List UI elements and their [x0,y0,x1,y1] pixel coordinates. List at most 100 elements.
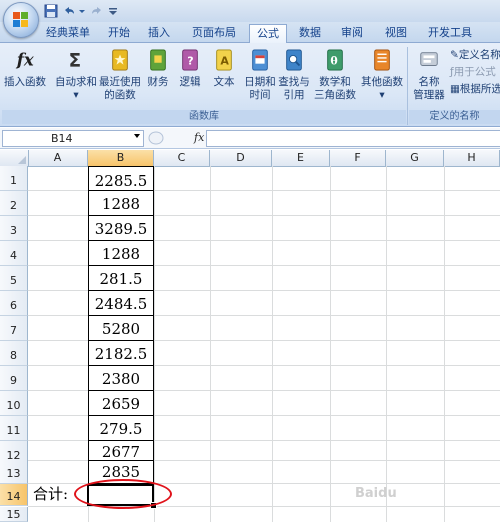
customize-quick-access-icon[interactable] [108,4,122,18]
tab-classic-menu[interactable]: 经典菜单 [40,24,96,42]
tab-home[interactable]: 开始 [102,24,136,42]
lookup-reference-button[interactable]: 查找与 引用 [276,47,312,102]
tab-formulas[interactable]: 公式 [249,24,287,44]
autosum-label: 自动求和 [55,76,97,88]
row-header-1[interactable]: 1 [0,166,28,191]
math-label-2: 三角函数 [314,89,356,101]
select-all-corner[interactable] [0,150,29,166]
office-button[interactable] [3,2,39,38]
column-header-e[interactable]: E [272,150,330,166]
financial-label: 财务 [147,76,169,88]
column-header-a[interactable]: A [28,150,88,166]
name-box[interactable]: B14 [2,130,144,147]
datetime-label-2: 时间 [249,89,271,101]
star-book-icon [112,49,128,71]
row-header-11[interactable]: 11 [0,416,28,441]
cell-b4[interactable]: 1288 [88,241,154,266]
column-header-h[interactable]: H [444,150,500,166]
datetime-button[interactable]: 日期和 时间 [242,47,278,102]
dropdown-arrow: ▾ [379,89,385,101]
create-from-selection-button[interactable]: ▦根据所选 [450,82,500,96]
row-header-6[interactable]: 6 [0,291,28,316]
more-functions-label: 其他函数 [361,76,403,88]
row-header-14[interactable]: 14 [0,484,28,506]
gridline [444,166,445,522]
formula-input[interactable] [206,130,500,147]
name-manager-label-2: 管理器 [413,89,445,101]
column-header-d[interactable]: D [210,150,272,166]
cell-b10[interactable]: 2659 [88,391,154,416]
row-header-9[interactable]: 9 [0,366,28,391]
cell-b5[interactable]: 281.5 [88,266,154,291]
row-header-4[interactable]: 4 [0,241,28,266]
svg-text:θ: θ [330,55,337,68]
recent-functions-button[interactable]: 最近使用 的函数 [98,47,142,102]
recent-functions-label-1: 最近使用 [99,76,141,88]
column-header-g[interactable]: G [386,150,444,166]
formula-bar: B14 fx [0,128,500,149]
math-label-1: 数学和 [319,76,351,88]
tab-view[interactable]: 视图 [378,24,414,42]
undo-icon[interactable] [62,4,76,18]
column-header-f[interactable]: F [330,150,386,166]
watermark-logo: Baidu [355,486,397,501]
use-in-formula-button[interactable]: ƒ用于公式 [450,65,496,79]
cell-b9[interactable]: 2380 [88,366,154,391]
logical-button[interactable]: ? 逻辑 [177,47,203,89]
name-manager-label-1: 名称 [418,76,440,88]
redo-icon[interactable] [90,4,104,18]
more-functions-book-icon [374,49,390,71]
cell-b6[interactable]: 2484.5 [88,291,154,316]
save-icon[interactable] [44,4,58,18]
ribbon-panel: fx 插入函数 Σ 自动求和 ▾ 最近使用 的函数 财务 ? 逻辑 A 文本 日… [0,43,500,127]
row-header-8[interactable]: 8 [0,341,28,366]
group-separator [407,47,408,125]
column-header-b[interactable]: B [88,150,154,166]
row-header-5[interactable]: 5 [0,266,28,291]
text-functions-label: 文本 [213,76,235,88]
insert-function-label: 插入函数 [4,76,46,88]
gridline [330,166,331,522]
row-header-10[interactable]: 10 [0,391,28,416]
text-functions-button[interactable]: A 文本 [210,47,238,89]
autosum-button[interactable]: Σ 自动求和 ▾ [54,47,98,102]
svg-text:A: A [220,55,229,68]
tab-insert[interactable]: 插入 [142,24,176,42]
defined-names-group-label: 定义的名称 [409,110,500,124]
more-functions-button[interactable]: 其他函数 ▾ [360,47,404,102]
tab-data[interactable]: 数据 [292,24,328,42]
cell-a14[interactable]: 合计: [33,483,68,505]
tab-review[interactable]: 审阅 [334,24,370,42]
cell-b11[interactable]: 279.5 [88,416,154,441]
cell-b3[interactable]: 3289.5 [88,216,154,241]
row-header-3[interactable]: 3 [0,216,28,241]
financial-button[interactable]: 财务 [145,47,171,89]
cell-b12[interactable]: 2677 [88,441,154,461]
row-header-7[interactable]: 7 [0,316,28,341]
function-fx-icon: fx [16,51,34,70]
formula-buttons: fx [146,131,204,145]
insert-function-button[interactable]: fx 插入函数 [4,47,46,89]
cell-b8[interactable]: 2182.5 [88,341,154,366]
gridline [210,166,211,522]
highlight-annotation-ellipse [74,479,172,509]
insert-function-fx-icon[interactable]: fx [194,131,204,144]
math-trig-button[interactable]: θ 数学和 三角函数 [312,47,358,102]
tab-developer[interactable]: 开发工具 [422,24,478,42]
row-header-15[interactable]: 15 [0,507,28,522]
row-header-2[interactable]: 2 [0,191,28,216]
define-name-button[interactable]: ✎定义名称 [450,48,500,62]
gridline [386,166,387,522]
name-manager-button[interactable]: 名称 管理器 [410,47,448,102]
cell-b2[interactable]: 1288 [88,191,154,216]
ribbon-tab-row: 经典菜单 开始 插入 页面布局 公式 数据 审阅 视图 开发工具 [0,22,500,44]
name-box-dropdown-icon[interactable] [134,134,140,138]
formula-bar-splitter-icon[interactable] [146,131,186,145]
lookup-label-1: 查找与 [278,76,310,88]
cell-b7[interactable]: 5280 [88,316,154,341]
tab-page-layout[interactable]: 页面布局 [184,24,244,42]
cell-b1[interactable]: 2285.5 [88,166,154,191]
name-box-value: B14 [51,132,73,145]
row-header-13[interactable]: 13 [0,461,28,484]
column-header-c[interactable]: C [154,150,210,166]
